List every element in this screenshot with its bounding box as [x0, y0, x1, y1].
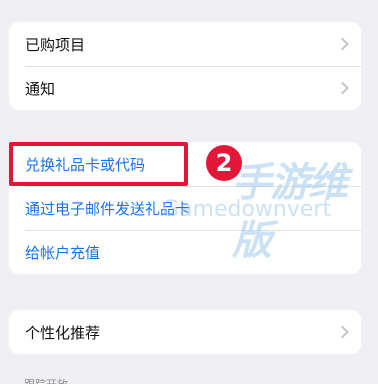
add-funds-label: 给帐户充值 — [25, 243, 101, 262]
chevron-right-icon — [336, 81, 349, 95]
recommendations-card: 个性化推荐 — [9, 310, 361, 354]
notifications-row[interactable]: 通知 — [9, 66, 361, 110]
highlight-box — [9, 142, 188, 186]
cut-off-section-header: 跟踪开放 — [24, 376, 68, 384]
chevron-right-icon — [336, 37, 349, 51]
personalized-recommendations-label: 个性化推荐 — [25, 323, 101, 342]
notifications-label: 通知 — [25, 79, 56, 98]
purchased-items-row[interactable]: 已购项目 — [9, 22, 361, 66]
chevron-right-icon — [336, 325, 349, 339]
watermark-text: Gamedownvert — [162, 197, 332, 222]
purchased-items-label: 已购项目 — [25, 35, 86, 54]
personalized-recommendations-row[interactable]: 个性化推荐 — [9, 310, 361, 354]
purchases-notifications-card: 已购项目 通知 — [9, 22, 361, 110]
